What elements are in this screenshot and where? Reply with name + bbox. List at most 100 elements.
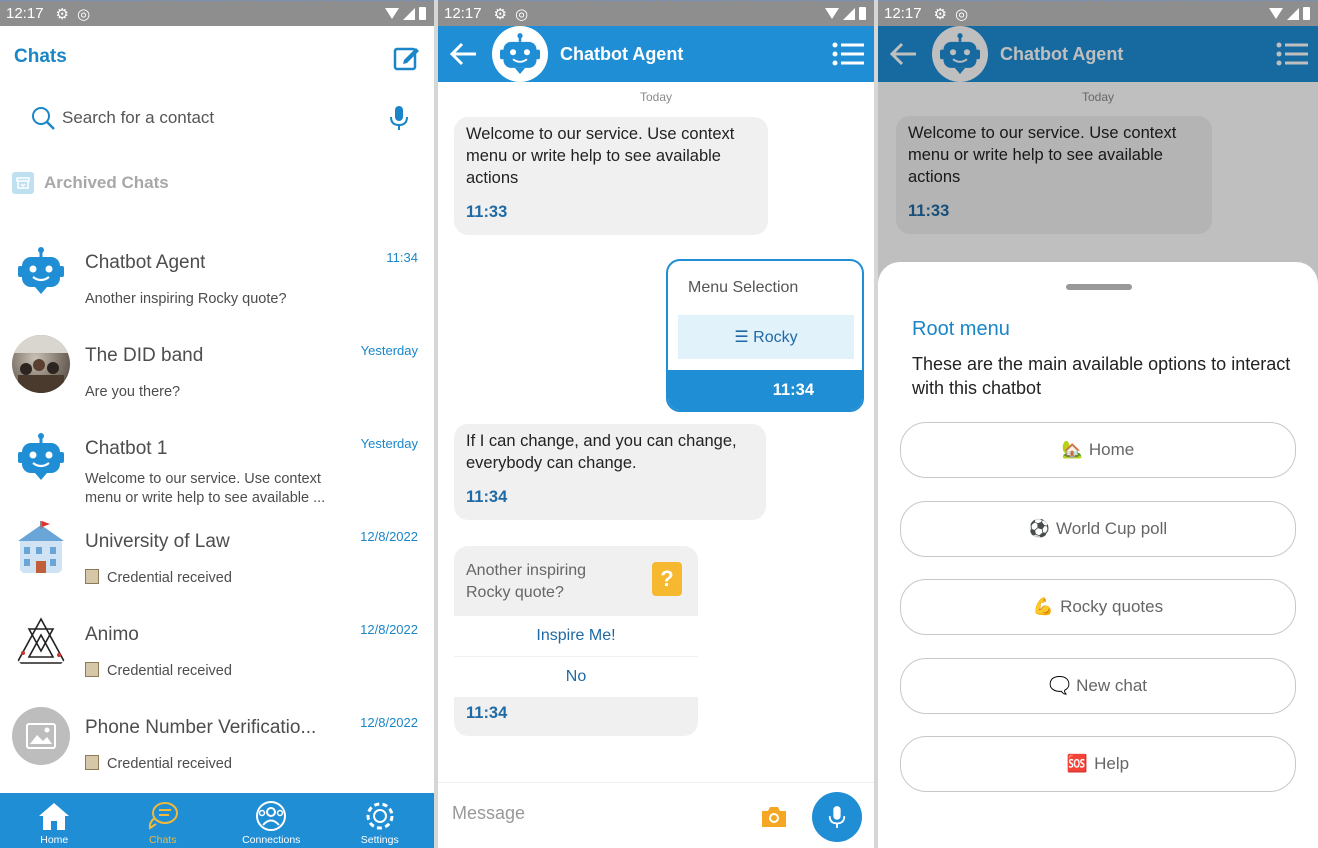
root-menu-screen: 12:17 ⚙ ◎ Chatbot Agent Today Welcome to…: [878, 0, 1318, 848]
question-text: Another inspiring Rocky quote?: [466, 562, 587, 601]
status-time: 12:17: [444, 5, 482, 22]
sheet-title: Root menu: [912, 318, 1010, 340]
menu-option-label: Rocky quotes: [1060, 597, 1164, 616]
sheet-drag-handle[interactable]: [1066, 284, 1132, 290]
microphone-icon: [828, 806, 846, 828]
settings-gear-icon: [366, 802, 394, 830]
camera-icon[interactable]: [760, 805, 788, 829]
battery-icon: [1303, 7, 1310, 20]
signal-icon: [403, 7, 415, 20]
credential-icon: [85, 662, 99, 677]
tab-settings[interactable]: Settings: [326, 793, 435, 848]
gear-icon: ⚙: [493, 5, 507, 23]
chat-time: 12/8/2022: [360, 622, 418, 637]
image-placeholder-avatar: [12, 707, 70, 765]
question-card: Another inspiring Rocky quote? ? Inspire…: [454, 546, 698, 736]
no-button[interactable]: No: [454, 657, 698, 697]
wifi-icon: [1269, 8, 1283, 19]
chat-preview: Credential received: [85, 662, 347, 681]
microphone-icon[interactable]: [388, 105, 410, 131]
chat-list-item[interactable]: Animo 12/8/2022 Credential received: [0, 602, 434, 695]
tab-home[interactable]: Home: [0, 793, 109, 848]
chat-time: 12/8/2022: [360, 529, 418, 544]
chat-preview: Credential received: [85, 569, 347, 588]
menu-option-home[interactable]: 🏡 Home: [900, 422, 1296, 478]
message-time: 11:33: [466, 203, 508, 221]
back-arrow-icon[interactable]: [450, 42, 478, 66]
chat-list-screen: 12:17 ⚙ ◎ Chats Search for a contact Arc…: [0, 0, 434, 848]
tab-chats[interactable]: Chats: [109, 793, 218, 848]
root-menu-sheet: Root menu These are the main available o…: [878, 262, 1318, 848]
chat-preview: Welcome to our service. Use context menu…: [85, 471, 326, 506]
chat-list-item[interactable]: University of Law 12/8/2022 Credential r…: [0, 509, 434, 602]
menu-option-rocky-quotes[interactable]: 💪 Rocky quotes: [900, 579, 1296, 635]
question-mark-icon: ?: [652, 562, 682, 596]
tab-label: Settings: [360, 834, 399, 846]
chat-header-title: Chatbot Agent: [560, 43, 684, 64]
message-time: 11:34: [668, 370, 862, 410]
status-time: 12:17: [884, 5, 922, 22]
chat-time: 11:34: [386, 250, 418, 265]
chat-list-item[interactable]: The DID band Yesterday Are you there?: [0, 323, 434, 416]
chat-list-item[interactable]: Chatbot Agent 11:34 Another inspiring Ro…: [0, 230, 434, 323]
flexed-biceps-icon: 💪: [1032, 597, 1055, 616]
battery-icon: [419, 7, 426, 20]
chat-list-item[interactable]: Chatbot 1 Yesterday Welcome to our servi…: [0, 416, 434, 509]
chat-list-item[interactable]: Phone Number Verificatio... 12/8/2022 Cr…: [0, 695, 434, 788]
chat-bubbles-icon: [148, 802, 178, 830]
inspire-me-button[interactable]: Inspire Me!: [454, 616, 698, 656]
app-screens: 12:17 ⚙ ◎ Chats Search for a contact Arc…: [0, 0, 1318, 848]
archived-chats-label: Archived Chats: [44, 173, 169, 192]
chat-preview-text: Credential received: [107, 663, 232, 679]
chat-preview: Another inspiring Rocky quote?: [85, 291, 287, 307]
message-text: If I can change, and you can change, eve…: [466, 432, 737, 472]
menu-option-world-cup-poll[interactable]: ⚽ World Cup poll: [900, 501, 1296, 557]
home-icon: [39, 803, 70, 830]
chat-name: The DID band: [85, 345, 204, 366]
menu-option-label: New chat: [1076, 676, 1148, 695]
signal-icon: [1287, 7, 1299, 20]
credential-icon: [85, 755, 99, 770]
chat-name: Chatbot Agent: [85, 252, 206, 273]
message-time: 11:34: [466, 704, 508, 722]
message-time: 11:34: [466, 488, 508, 506]
wifi-icon: [385, 8, 399, 19]
university-building-avatar: [12, 521, 70, 579]
date-separator: Today: [639, 90, 673, 104]
message-text: Welcome to our service. Use context menu…: [466, 125, 735, 187]
chat-list: Chatbot Agent 11:34 Another inspiring Ro…: [0, 230, 434, 788]
compose-icon[interactable]: [392, 44, 420, 72]
message-bubble: Welcome to our service. Use context menu…: [454, 117, 768, 235]
chat-conversation-screen: 12:17 ⚙ ◎ Chatbot Agent Today Welcome to…: [438, 0, 874, 848]
group-photo-avatar: [12, 335, 70, 393]
tab-label: Chats: [149, 834, 177, 846]
tab-label: Connections: [242, 834, 301, 846]
wifi-icon: [825, 8, 839, 19]
tab-connections[interactable]: Connections: [217, 793, 326, 848]
search-input[interactable]: [62, 108, 362, 128]
sheet-description: These are the main available options to …: [912, 354, 1291, 398]
status-time: 12:17: [6, 5, 44, 22]
sync-icon: ◎: [955, 5, 969, 23]
status-bar: 12:17 ⚙ ◎: [438, 0, 874, 26]
credential-icon: [85, 569, 99, 584]
menu-option-new-chat[interactable]: 🗨️ New chat: [900, 658, 1296, 714]
archive-icon: [12, 172, 34, 194]
animo-logo-avatar: [12, 614, 70, 672]
search-icon: [32, 107, 55, 130]
microphone-button[interactable]: [812, 792, 862, 842]
menu-option-label: Home: [1088, 440, 1135, 459]
house-icon: 🏡: [1061, 440, 1083, 459]
menu-selection-option[interactable]: ☰ Rocky: [678, 315, 854, 359]
status-bar: 12:17 ⚙ ◎: [0, 0, 434, 26]
context-menu-icon[interactable]: [832, 41, 864, 67]
signal-icon: [843, 7, 855, 20]
message-input[interactable]: [452, 803, 732, 824]
chat-time: Yesterday: [360, 436, 418, 451]
robot-avatar: [492, 26, 548, 82]
menu-option-help[interactable]: 🆘 Help: [900, 736, 1296, 792]
archived-chats-row[interactable]: Archived Chats: [12, 172, 169, 194]
chat-name: Chatbot 1: [85, 438, 168, 459]
chat-preview: Credential received: [85, 755, 347, 774]
menu-selection-card: Menu Selection ☰ Rocky 11:34: [666, 259, 864, 412]
